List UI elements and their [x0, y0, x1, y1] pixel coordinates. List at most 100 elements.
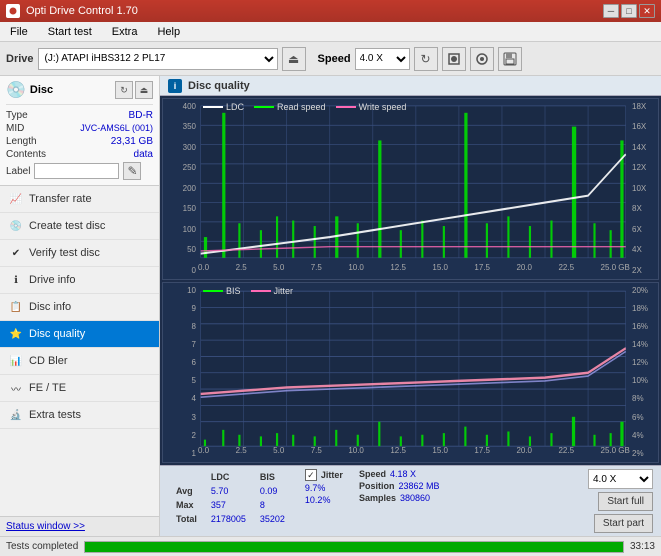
create-test-disc-icon: 💿: [8, 218, 24, 234]
close-button[interactable]: ✕: [639, 4, 655, 18]
disc-refresh-button[interactable]: ↻: [115, 81, 133, 99]
col-bis: BIS: [254, 471, 291, 483]
nav-verify-test-disc-label: Verify test disc: [29, 247, 100, 259]
nav-cd-bler-label: CD Bler: [29, 355, 68, 367]
title-bar: Opti Drive Control 1.70 ─ □ ✕: [0, 0, 661, 22]
refresh-button[interactable]: ↻: [414, 47, 438, 71]
row-avg: Avg: [170, 485, 203, 497]
label-input[interactable]: [34, 163, 119, 179]
nav-create-test-disc[interactable]: 💿 Create test disc: [0, 213, 159, 240]
ldc-chart: LDC Read speed Write speed 400 350 30: [162, 98, 659, 280]
disc-quality-icon-btn: i: [168, 79, 182, 93]
nav-disc-info[interactable]: 📋 Disc info: [0, 294, 159, 321]
position-label: Position: [359, 481, 395, 491]
charts-area: LDC Read speed Write speed 400 350 30: [160, 96, 661, 465]
jitter-checkbox[interactable]: ✓: [305, 469, 317, 481]
contents-value: data: [134, 149, 153, 160]
read-color: [254, 106, 274, 108]
nav-fe-te-label: FE / TE: [29, 382, 66, 394]
samples-row: Samples 380860: [359, 493, 440, 503]
bis-x-axis: 0.0 2.5 5.0 7.5 10.0 12.5 15.0 17.5 20.0…: [198, 446, 630, 460]
nav-drive-info-label: Drive info: [29, 274, 75, 286]
disc-section-title: Disc: [30, 84, 53, 96]
nav-section: 📈 Transfer rate 💿 Create test disc ✔ Ver…: [0, 186, 159, 516]
disc-quality-title: Disc quality: [188, 80, 250, 92]
bis-chart-svg: [163, 283, 658, 463]
nav-disc-quality[interactable]: ⭐ Disc quality: [0, 321, 159, 348]
disc-eject-button[interactable]: ⏏: [135, 81, 153, 99]
bis-legend: BIS Jitter: [203, 286, 293, 296]
jitter-section: ✓ Jitter 9.7% 10.2%: [305, 469, 343, 505]
speed-dropdown[interactable]: 4.0 X: [588, 469, 653, 489]
minimize-button[interactable]: ─: [603, 4, 619, 18]
jitter-max-row: 10.2%: [305, 495, 343, 505]
speed-label: Speed: [359, 469, 386, 479]
drive-info-icon: ℹ: [8, 272, 24, 288]
ldc-legend-write: Write speed: [336, 102, 407, 112]
transfer-rate-icon: 📈: [8, 191, 24, 207]
save-button[interactable]: [498, 47, 522, 71]
eject-button[interactable]: ⏏: [282, 47, 306, 71]
position-value: 23862 MB: [398, 481, 439, 491]
status-window-link[interactable]: Status window >>: [6, 521, 85, 532]
sidebar-status-bar: Status window >>: [0, 516, 159, 536]
avg-bis: 0.09: [254, 485, 291, 497]
action-section: 4.0 X Start full Start part: [588, 469, 653, 533]
jitter-header-row: ✓ Jitter: [305, 469, 343, 481]
jitter-avg-row: 9.7%: [305, 483, 343, 493]
menu-start-test[interactable]: Start test: [42, 24, 98, 40]
status-time: 33:13: [630, 541, 655, 552]
jitter-label: Jitter: [321, 470, 343, 480]
drive-toolbar: Drive (J:) ATAPI iHBS312 2 PL17 ⏏ Speed …: [0, 42, 661, 76]
length-label: Length: [6, 136, 37, 147]
total-bis: 35202: [254, 513, 291, 525]
start-full-button[interactable]: Start full: [598, 492, 653, 511]
menu-bar: File Start test Extra Help: [0, 22, 661, 42]
label-label: Label: [6, 166, 30, 177]
cd-bler-icon: 📊: [8, 353, 24, 369]
disc-quality-header: i Disc quality: [160, 76, 661, 96]
speed-select[interactable]: 4.0 X 2.0 X 8.0 X: [355, 48, 410, 70]
avg-jitter: 9.7%: [305, 483, 326, 493]
nav-disc-quality-label: Disc quality: [29, 328, 85, 340]
label-edit-button[interactable]: ✎: [123, 162, 141, 180]
nav-extra-tests[interactable]: 🔬 Extra tests: [0, 402, 159, 429]
extra-tests-icon: 🔬: [8, 407, 24, 423]
col-ldc: LDC: [205, 471, 252, 483]
nav-cd-bler[interactable]: 📊 CD Bler: [0, 348, 159, 375]
verify-test-disc-icon: ✔: [8, 245, 24, 261]
stats-table: LDC BIS Avg 5.70 0.09 Max 357 8 Total 21…: [168, 469, 293, 527]
progress-bar-wrap: [84, 541, 624, 553]
menu-file[interactable]: File: [4, 24, 34, 40]
nav-drive-info[interactable]: ℹ Drive info: [0, 267, 159, 294]
app-icon: [6, 4, 20, 18]
nav-fe-te[interactable]: 〰 FE / TE: [0, 375, 159, 402]
row-total: Total: [170, 513, 203, 525]
bis-color: [203, 290, 223, 292]
ldc-x-axis: 0.0 2.5 5.0 7.5 10.0 12.5 15.0 17.5 20.0…: [198, 263, 630, 277]
sidebar: 💿 Disc ↻ ⏏ Type BD-R MID JVC-AMS6L (001)…: [0, 76, 160, 536]
disc-icon: 💿: [6, 80, 26, 100]
menu-help[interactable]: Help: [151, 24, 186, 40]
drive-select[interactable]: (J:) ATAPI iHBS312 2 PL17: [38, 48, 278, 70]
bis-legend-jitter: Jitter: [251, 286, 294, 296]
progress-bar-fill: [85, 542, 623, 552]
nav-verify-test-disc[interactable]: ✔ Verify test disc: [0, 240, 159, 267]
read-button[interactable]: [470, 47, 494, 71]
bis-chart: BIS Jitter 10 9 8 7 6 5 4 3: [162, 282, 659, 464]
ldc-legend: LDC Read speed Write speed: [203, 102, 406, 112]
bis-legend-bis: BIS: [203, 286, 241, 296]
maximize-button[interactable]: □: [621, 4, 637, 18]
write-button[interactable]: [442, 47, 466, 71]
menu-extra[interactable]: Extra: [106, 24, 144, 40]
drive-label: Drive: [6, 53, 34, 65]
type-label: Type: [6, 110, 28, 121]
bottom-status-bar: Tests completed 33:13: [0, 536, 661, 556]
samples-label: Samples: [359, 493, 396, 503]
nav-transfer-rate[interactable]: 📈 Transfer rate: [0, 186, 159, 213]
jitter-color: [251, 290, 271, 292]
nav-create-test-disc-label: Create test disc: [29, 220, 105, 232]
main-layout: 💿 Disc ↻ ⏏ Type BD-R MID JVC-AMS6L (001)…: [0, 76, 661, 536]
nav-transfer-rate-label: Transfer rate: [29, 193, 92, 205]
ldc-color: [203, 106, 223, 108]
